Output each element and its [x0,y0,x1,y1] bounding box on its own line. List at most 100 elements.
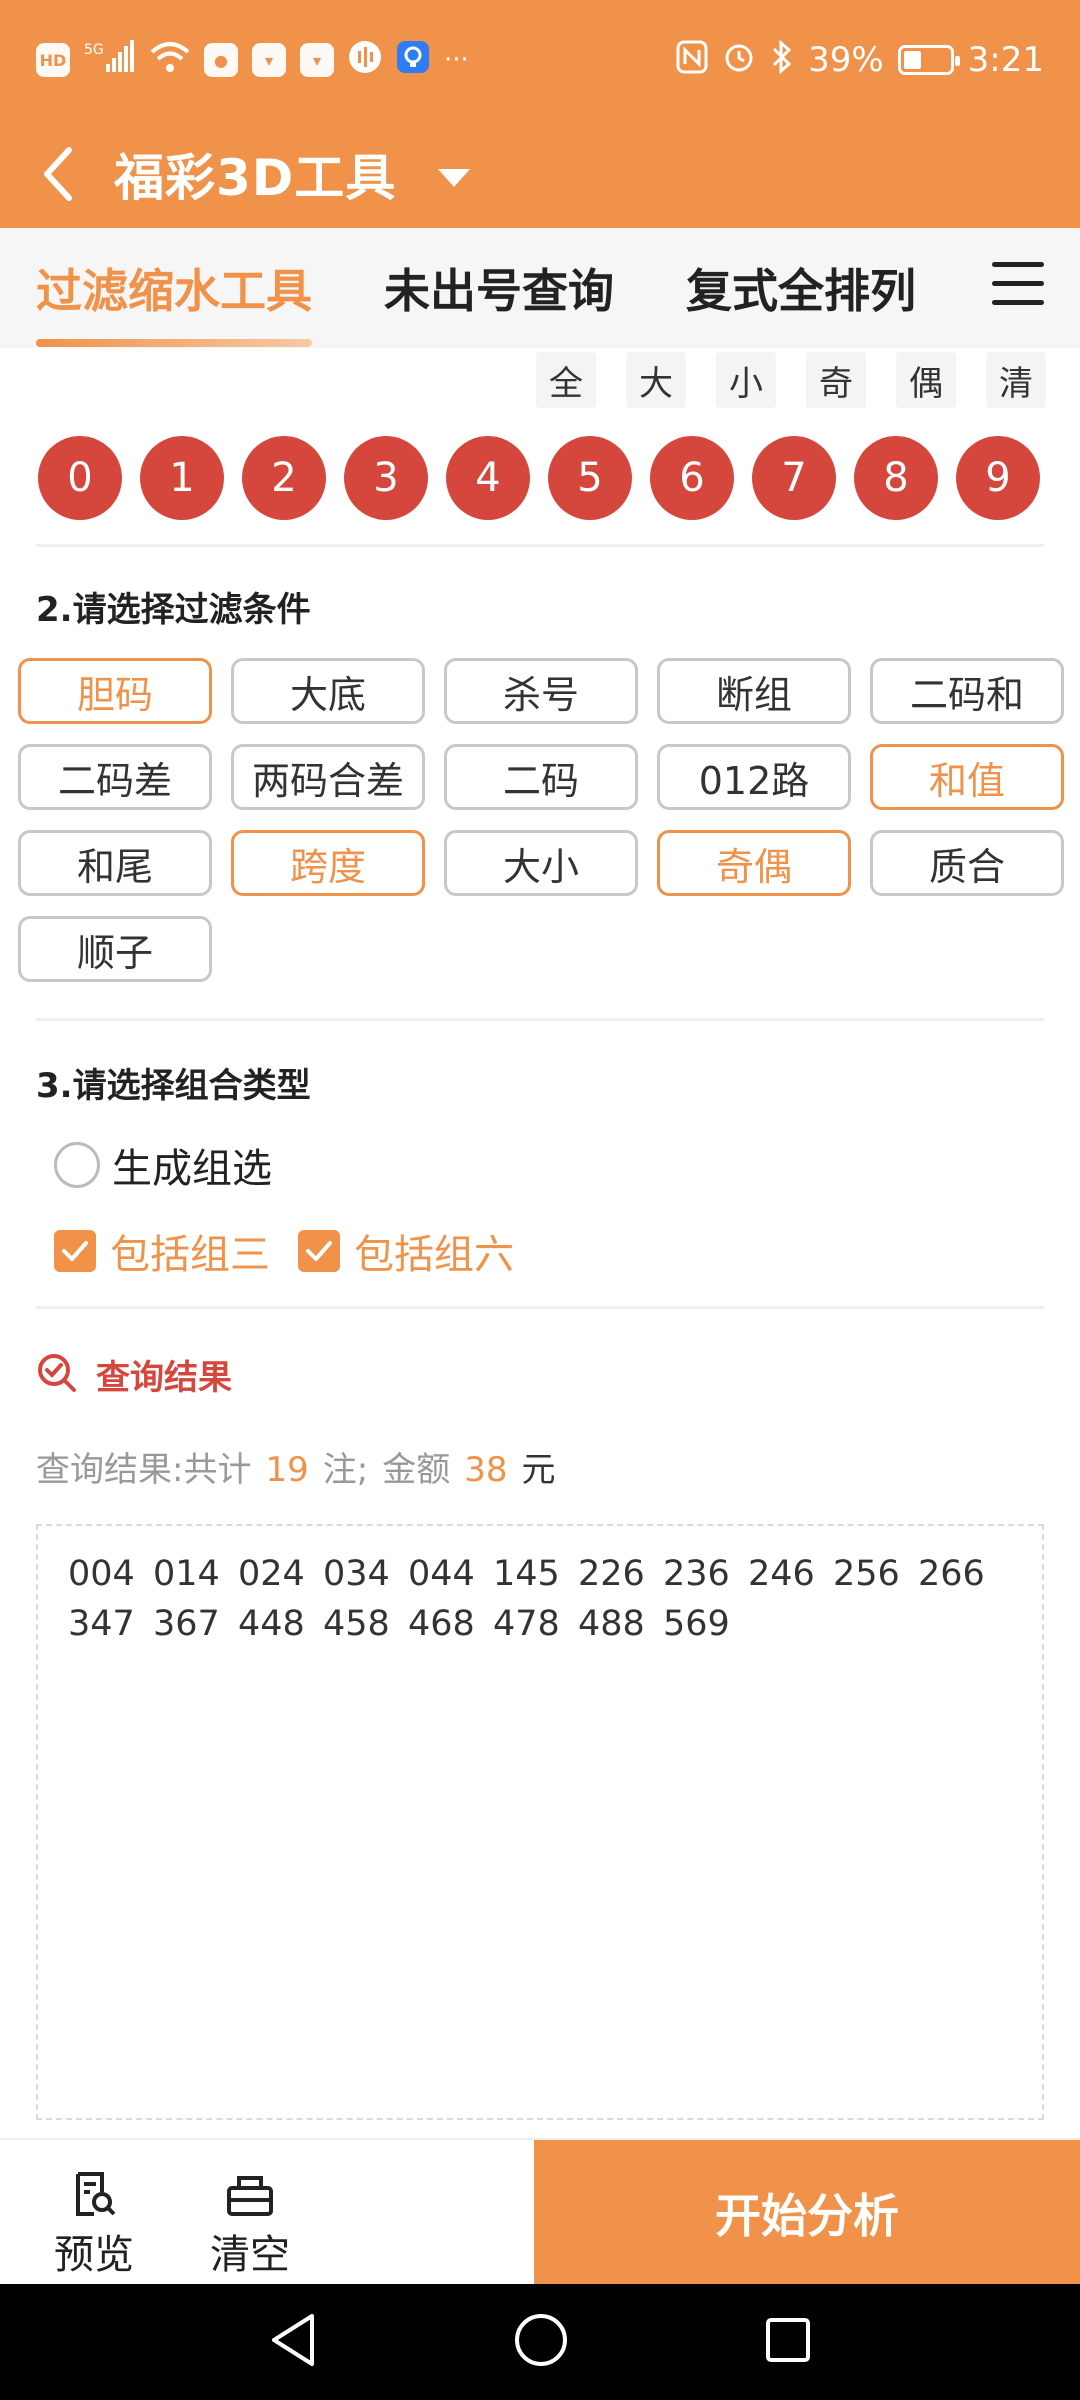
app-header: 福彩3D工具 [0,120,1080,228]
clear-button[interactable]: 清空 [210,2170,290,2280]
result-box[interactable]: 004 014 024 034 044 145 226 236 246 256 266 347 367 4… [36,1524,1044,2120]
condition-option[interactable]: 杀号 [444,658,638,724]
number-ball[interactable]: 5 [548,436,632,520]
number-ball[interactable]: 3 [344,436,428,520]
condition-option[interactable]: 二码差 [18,744,212,810]
number-ball[interactable]: 7 [752,436,836,520]
divider [36,1018,1044,1021]
result-number: 226 [578,1554,645,1594]
preview-icon [76,2172,116,2216]
result-number: 266 [918,1554,985,1594]
result-amount: 38 [464,1450,508,1490]
nfc-icon [676,40,708,81]
number-ball[interactable]: 9 [956,436,1040,520]
result-numbers: 004 014 024 034 044 145 226 236 246 256 266 347 367 4… [68,1554,1012,1644]
divider [36,544,1044,547]
chip-all[interactable]: 全 [536,352,596,408]
clear-label: 清空 [210,2232,290,2278]
result-summary: 查询结果:共计 19 注; 金额 38 元 [36,1442,555,1491]
result-number: 034 [323,1554,390,1594]
divider [36,1306,1044,1309]
back-icon[interactable] [28,134,88,214]
bluetooth-icon [770,39,794,81]
status-left: HD 5G ● ▾ ▾ ··· [36,39,469,81]
wifi-icon [150,40,190,81]
number-ball[interactable]: 2 [242,436,326,520]
condition-option[interactable]: 大底 [231,658,425,724]
battery-percent: 39% [808,40,884,80]
condition-option[interactable]: 和值 [870,744,1064,810]
battery-fill [903,51,921,69]
bag-icon: ▾ [252,43,286,77]
chip-clear[interactable]: 清 [986,352,1046,408]
result-number: 246 [748,1554,815,1594]
amount-label: 金额 [382,1450,451,1490]
condition-option[interactable]: 和尾 [18,830,212,896]
menu-icon[interactable] [992,262,1044,310]
tab-filter-tool[interactable]: 过滤缩水工具 [36,255,312,347]
tab-bar: 过滤缩水工具 未出号查询 复式全排列 [0,228,1080,348]
result-number: 478 [493,1604,560,1644]
number-ball[interactable]: 1 [140,436,224,520]
radio-label: 生成组选 [112,1146,272,1192]
quick-filter-chips: 全 大 小 奇 偶 清 [536,352,1046,408]
result-number: 448 [238,1604,305,1644]
bag-icon: ▾ [300,43,334,77]
chip-big[interactable]: 大 [626,352,686,408]
condition-option[interactable]: 胆码 [18,658,212,724]
summary-mid: 注; [322,1450,369,1490]
radio-button[interactable] [54,1142,100,1188]
condition-option[interactable]: 012路 [657,744,851,810]
condition-option[interactable]: 跨度 [231,830,425,896]
condition-option[interactable]: 顺子 [18,916,212,982]
condition-option[interactable]: 大小 [444,830,638,896]
radio-group-select[interactable]: 生成组选 [54,1136,272,1194]
start-analysis-button[interactable]: 开始分析 [534,2140,1080,2286]
checkbox-group3[interactable] [54,1230,96,1272]
nav-home-icon[interactable] [513,2312,569,2372]
condition-option[interactable]: 断组 [657,658,851,724]
result-number: 458 [323,1604,390,1644]
condition-option[interactable]: 二码 [444,744,638,810]
clock: 3:21 [967,40,1044,80]
more-icon: ··· [444,45,469,75]
condition-option[interactable]: 质合 [870,830,1064,896]
chip-small[interactable]: 小 [716,352,776,408]
signal-5g-icon: 5G [84,39,136,81]
status-bar: HD 5G ● ▾ ▾ ··· 39% 3:21 [0,0,1080,120]
result-number: 367 [153,1604,220,1644]
voice-icon [348,40,382,81]
chip-odd[interactable]: 奇 [806,352,866,408]
chevron-down-icon[interactable] [436,167,472,193]
result-label: 查询结果 [96,1358,232,1398]
result-number: 145 [493,1554,560,1594]
result-number: 256 [833,1554,900,1594]
result-number: 468 [408,1604,475,1644]
app-title[interactable]: 福彩3D工具 [114,138,396,210]
result-number: 569 [663,1604,730,1644]
combo-title: 3.请选择组合类型 [36,1066,311,1106]
tab-missing-query[interactable]: 未出号查询 [384,255,614,321]
alarm-icon [722,40,756,81]
chip-even[interactable]: 偶 [896,352,956,408]
preview-button[interactable]: 预览 [54,2170,134,2280]
weibo-icon: ● [204,43,238,77]
number-balls: 0 1 2 3 4 5 6 7 8 9 [38,436,1040,520]
result-number: 024 [238,1554,305,1594]
number-ball[interactable]: 6 [650,436,734,520]
tab-permutation[interactable]: 复式全排列 [686,255,916,321]
number-ball[interactable]: 4 [446,436,530,520]
hd-icon: HD [36,43,70,77]
condition-option[interactable]: 二码和 [870,658,1064,724]
nav-back-icon[interactable] [268,2312,318,2372]
condition-option[interactable]: 奇偶 [657,830,851,896]
result-count: 19 [265,1450,309,1490]
result-number: 236 [663,1554,730,1594]
checkbox-group6[interactable] [298,1230,340,1272]
result-number: 014 [153,1554,220,1594]
condition-option[interactable]: 两码合差 [231,744,425,810]
nav-recents-icon[interactable] [764,2316,812,2368]
number-ball[interactable]: 8 [854,436,938,520]
bulb-icon [396,40,430,81]
number-ball[interactable]: 0 [38,436,122,520]
